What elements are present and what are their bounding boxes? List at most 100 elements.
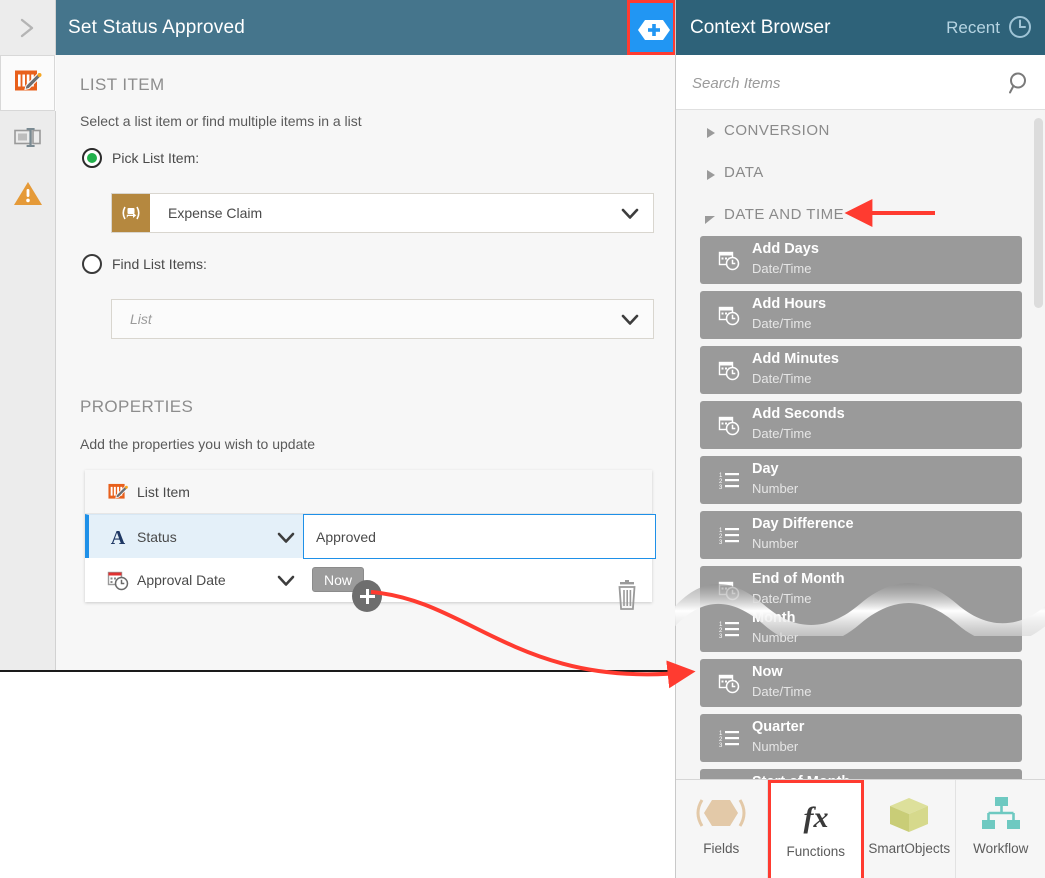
list-item-name: Now <box>752 664 783 680</box>
number-list-icon: 1 2 3 <box>718 524 740 546</box>
list-item[interactable]: Add Seconds Date/Time <box>700 401 1022 449</box>
group-date-and-time[interactable]: DATE AND TIME <box>676 194 1045 236</box>
list-item-type: Number <box>752 536 798 551</box>
pick-list-item-radio[interactable] <box>82 148 102 168</box>
tab-label-workflow: Workflow <box>956 841 1045 856</box>
tool-rail <box>0 55 56 672</box>
number-list-icon: 1 2 3 <box>718 469 740 491</box>
rail-item-warnings[interactable] <box>0 167 55 223</box>
list-item[interactable]: Start of Month Date/Time <box>700 769 1022 779</box>
triangle-right-icon <box>706 168 717 184</box>
property-row-status[interactable]: A Status Approved <box>85 514 652 558</box>
number-list-icon: 1 2 3 <box>718 727 740 749</box>
list-item-name: Add Hours <box>752 296 826 312</box>
tab-label-fields: Fields <box>676 841 767 856</box>
chevron-down-icon <box>621 313 639 329</box>
pick-list-item-radio-row[interactable]: Pick List Item: <box>82 148 282 168</box>
tab-label-functions: Functions <box>771 844 862 859</box>
properties-section-title: PROPERTIES <box>80 397 193 417</box>
chevron-down-icon[interactable] <box>277 531 295 547</box>
list-item-type: Date/Time <box>752 371 811 386</box>
svg-text:3: 3 <box>719 743 723 749</box>
group-label-conversion: CONVERSION <box>724 110 830 152</box>
group-label-data: DATA <box>724 152 764 194</box>
find-list-items-label: Find List Items: <box>112 254 207 274</box>
list-item-edit-icon <box>13 67 43 100</box>
recent-button[interactable]: Recent <box>946 0 1000 55</box>
group-data[interactable]: DATA <box>676 152 1045 194</box>
date-time-icon <box>718 579 740 601</box>
triangle-right-icon <box>706 126 717 142</box>
find-list-items-radio[interactable] <box>82 254 102 274</box>
list-item-name: Quarter <box>752 719 804 735</box>
list-item[interactable]: 1 2 3 Day Difference Number <box>700 511 1022 559</box>
tab-smartobjects[interactable]: SmartObjects <box>864 780 956 878</box>
find-list-items-placeholder: List <box>130 300 152 338</box>
find-list-items-dropdown[interactable]: List <box>111 299 654 339</box>
list-item-type: Date/Time <box>752 316 811 331</box>
list-item-type: Number <box>752 630 798 645</box>
date-time-icon <box>718 304 740 326</box>
svg-text:fx: fx <box>803 801 828 834</box>
tab-workflow[interactable]: Workflow <box>956 780 1045 878</box>
list-item-type: Number <box>752 481 798 496</box>
list-item[interactable]: Add Days Date/Time <box>700 236 1022 284</box>
tab-fields[interactable]: Fields <box>676 780 768 878</box>
context-browser-tabbar: Fields fx Functions Sma <box>676 779 1045 878</box>
list-item-type: Date/Time <box>752 261 811 276</box>
rail-item-input-field[interactable] <box>0 111 55 167</box>
svg-text:3: 3 <box>719 485 723 491</box>
list-item[interactable]: Add Minutes Date/Time <box>700 346 1022 394</box>
add-context-button[interactable] <box>627 0 675 55</box>
list-item-name: Add Seconds <box>752 406 845 422</box>
clock-icon[interactable] <box>1008 15 1032 42</box>
svg-text:3: 3 <box>719 540 723 546</box>
list-item-section-subtitle: Select a list item or find multiple item… <box>80 113 362 129</box>
number-list-icon: 1 2 3 <box>718 618 740 640</box>
input-field-icon <box>13 126 43 153</box>
chevron-down-icon[interactable] <box>277 574 295 590</box>
date-time-icon <box>718 414 740 436</box>
property-value-status-input[interactable]: Approved <box>303 514 656 559</box>
page-title: Set Status Approved <box>68 0 245 55</box>
chevron-down-icon <box>621 207 639 223</box>
properties-section-subtitle: Add the properties you wish to update <box>80 436 315 452</box>
triangle-down-icon <box>704 212 716 228</box>
list-item[interactable]: Add Hours Date/Time <box>700 291 1022 339</box>
list-item[interactable]: End of Month Date/Time 1 2 3 Month Numbe… <box>700 566 1022 652</box>
list-item[interactable]: Now Date/Time <box>700 659 1022 707</box>
properties-header-label: List Item <box>137 470 190 514</box>
date-time-icon <box>718 249 740 271</box>
list-item-type: Date/Time <box>752 684 811 699</box>
search-bar <box>676 55 1045 110</box>
app-root: Set Status Approved <box>0 0 1045 878</box>
wizard-header: Set Status Approved <box>56 0 675 55</box>
properties-header-row: List Item <box>85 470 652 514</box>
list-item-type: Number <box>752 739 798 754</box>
rail-item-list-item[interactable] <box>0 55 56 111</box>
context-browser-tree: CONVERSION DATA DATE AND TIME <box>676 110 1045 779</box>
list-item-edit-icon <box>107 481 129 503</box>
add-property-button[interactable] <box>352 580 382 612</box>
search-input[interactable] <box>690 55 994 111</box>
list-item[interactable]: 1 2 3 Day Number <box>700 456 1022 504</box>
context-browser-title: Context Browser <box>690 0 830 55</box>
search-icon[interactable] <box>1008 71 1032 98</box>
cube-icon <box>887 796 931 837</box>
pick-list-item-value: Expense Claim <box>168 194 262 232</box>
collapse-panel-button[interactable] <box>0 0 56 55</box>
context-browser-panel: Context Browser Recent <box>675 0 1045 878</box>
list-item-name: Day <box>752 461 779 477</box>
delete-property-button[interactable] <box>614 580 640 615</box>
property-label-approval-date: Approval Date <box>137 558 226 602</box>
tab-functions[interactable]: fx Functions <box>768 780 865 878</box>
find-list-items-radio-row[interactable]: Find List Items: <box>82 254 282 274</box>
fields-icon <box>695 796 747 833</box>
text-type-icon: A <box>107 526 129 548</box>
group-conversion[interactable]: CONVERSION <box>676 110 1045 152</box>
workflow-icon <box>979 796 1023 835</box>
list-item-name: Add Minutes <box>752 351 839 367</box>
pick-list-item-dropdown[interactable]: Expense Claim <box>111 193 654 233</box>
date-time-icon <box>718 359 740 381</box>
list-item[interactable]: 1 2 3 Quarter Number <box>700 714 1022 762</box>
